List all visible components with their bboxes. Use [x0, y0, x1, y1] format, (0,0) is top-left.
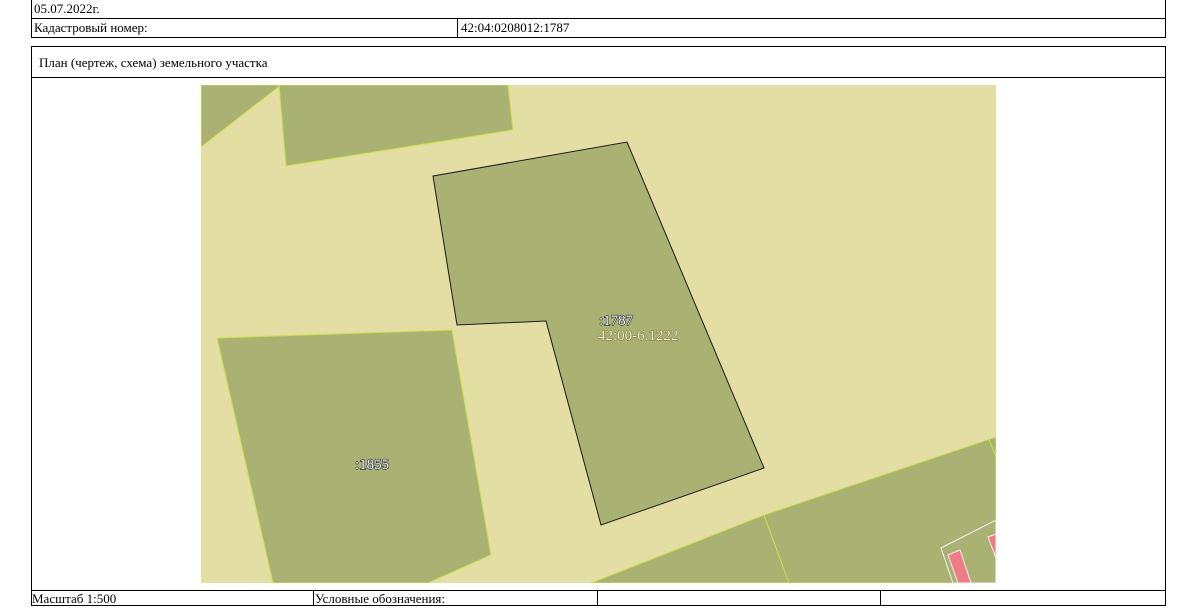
map-scale: Масштаб 1:500 — [32, 591, 117, 606]
cadastral-map: :1787 42:00-6.1222 :1855 — [201, 85, 996, 583]
document-date: 05.07.2022г. — [34, 1, 100, 16]
cadastral-number-label: Кадастровый номер: — [34, 20, 148, 35]
footer-divider-2 — [597, 590, 598, 606]
cadastral-number-value: 42:04:0208012:1787 — [461, 20, 570, 35]
parcel-1787-zone-label: 42:00-6.1222 — [598, 328, 678, 344]
cadastral-map-canvas: :1787 42:00-6.1222 :1855 — [201, 85, 996, 583]
parcel-1787-label: :1787 — [599, 313, 634, 329]
legend-cell-1 — [599, 591, 879, 606]
header-col-divider — [457, 18, 458, 38]
footer-divider-3 — [880, 590, 881, 606]
header-row-divider — [31, 18, 1166, 19]
plan-title: План (чертеж, схема) земельного участка — [39, 55, 268, 70]
footer-divider-1 — [313, 590, 314, 606]
parcel-1855-label: :1855 — [355, 457, 389, 473]
legend-cell-2 — [882, 591, 1164, 606]
plan-title-divider — [31, 77, 1166, 78]
legend-label: Условные обозначения: — [315, 591, 446, 606]
